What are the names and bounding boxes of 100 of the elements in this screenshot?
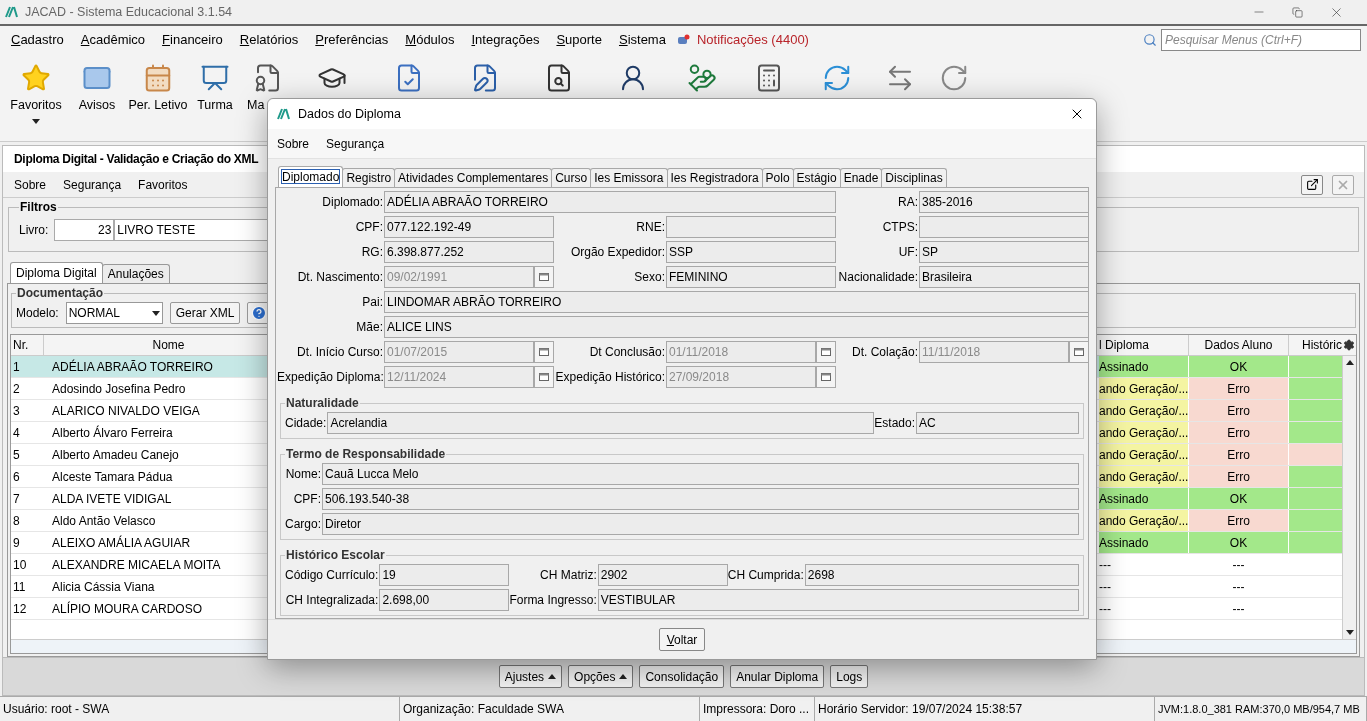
action-button[interactable]: Anular Diploma [730,665,825,688]
calendar-button[interactable] [816,366,836,388]
action-button[interactable]: Ajustes [498,665,563,688]
restore-icon[interactable] [1292,6,1303,18]
column-header[interactable]: Nr. [11,335,44,355]
column-header[interactable]: l Diploma [1099,335,1189,355]
toolbar-button[interactable]: Per. Letivo [127,63,189,115]
text-field[interactable]: Brasileira [919,266,1089,288]
calendar-button[interactable] [1069,341,1089,363]
text-field[interactable]: SP [919,241,1089,263]
tab[interactable]: Ies Registradora [666,168,763,187]
settings-icon[interactable] [1343,339,1355,351]
status-cell: OK [1189,532,1289,553]
field-label: Cargo: [285,516,323,533]
text-field[interactable]: 2902 [597,564,728,586]
text-field[interactable]: 2698 [804,564,1079,586]
action-button[interactable]: Logs [830,665,869,688]
status-cell: Erro [1189,378,1289,399]
presentation-icon [200,63,230,93]
menu-item[interactable]: Cadastro [11,30,64,50]
calendar-icon [539,373,549,381]
text-field[interactable]: Diretor [322,513,1079,535]
generate-xml-button[interactable]: Gerar XML [169,302,241,324]
calendar-button[interactable] [816,341,836,363]
text-field[interactable]: AC [916,412,1079,434]
action-button[interactable]: Consolidação [639,665,725,688]
code-field[interactable]: 23 [54,219,115,241]
tab[interactable]: Atividades Complementares [394,168,553,187]
status-cell: OK [1189,356,1289,377]
model-select[interactable]: NORMAL [65,302,163,324]
text-field[interactable]: SSP [666,241,836,263]
field-label: Expedição Diploma: [277,369,384,386]
table-cell-text: 5 [12,446,21,464]
text-field[interactable]: 506.193.540-38 [322,488,1079,510]
toolbar-button[interactable]: Turma [189,63,241,115]
text-field[interactable]: 19 [379,564,510,586]
back-button[interactable]: Voltar [658,628,706,651]
text-field[interactable]: LINDOMAR ABRÃO TORREIRO [384,291,1089,313]
tab[interactable]: Diplomado [278,166,344,187]
menu-item[interactable]: Integrações [471,30,540,50]
text-field[interactable]: 2.698,00 [379,589,510,611]
menu-item[interactable]: Sistema [618,30,666,50]
field-label: Mãe: [355,319,384,336]
menu-item[interactable]: Segurança [326,134,385,153]
table-cell-text: ALEIXO AMÁLIA AGUIAR [51,534,192,552]
menu-item[interactable]: Favoritos [138,175,188,194]
search-field[interactable]: Pesquisar Menus (Ctrl+F) [1161,29,1361,51]
text-field[interactable]: Cauã Lucca Melo [322,463,1079,485]
action-button[interactable]: Opções [568,665,634,688]
calendar-button[interactable] [534,366,554,388]
calendar-button[interactable] [534,266,554,288]
menu-item[interactable]: Sobre [277,134,310,153]
text-field[interactable] [919,216,1089,238]
table-cell-text: 1 [12,358,21,376]
menu-item[interactable]: Financeiro [162,30,223,50]
menu-item[interactable]: Relatórios [239,30,299,50]
table-cell-text: 3 [12,402,21,420]
text-field[interactable]: 077.122.192-49 [384,216,554,238]
tab[interactable]: Diploma Digital [10,262,103,283]
menu-item[interactable]: Acadêmico [80,30,146,50]
text-field[interactable] [666,216,836,238]
status-cell: OK [1189,488,1289,509]
tab[interactable]: Anulações [101,264,170,283]
menu-item[interactable]: Preferências [315,30,389,50]
popout-button[interactable] [1301,174,1323,195]
calendar-icon [539,348,549,356]
menu-item[interactable]: Sobre [14,175,47,194]
menu-item[interactable]: Segurança [63,175,122,194]
field-label: Forma Ingresso: [509,592,598,609]
tab[interactable]: Registro [342,168,396,187]
tab[interactable]: Disciplinas [881,168,947,187]
column-header[interactable]: Dados Aluno [1189,335,1289,355]
caret-icon [32,118,40,124]
status-text: Horário Servidor: 19/07/2024 15:38:57 [815,697,1155,721]
table-cell-text: ADÉLIA ABRAÃO TORREIRO [51,358,214,376]
text-field[interactable]: ALICE LINS [384,316,1089,338]
field-label: RG: [360,244,384,261]
field-label: Modelo: [16,305,59,322]
column-header[interactable]: Históric [1289,335,1342,355]
status-cell: Assinado [1099,356,1189,377]
toolbar-button[interactable]: Avisos [67,63,127,115]
text-field[interactable]: Acrelandia [327,412,875,434]
hand-coins-icon [687,63,717,93]
calendar-button[interactable] [534,341,554,363]
calendar-icon [821,348,831,356]
field-label: Diplomado: [321,194,384,211]
notifications-link[interactable]: Notificações (4400) [696,30,809,50]
text-field[interactable]: FEMININO [666,266,836,288]
toolbar-button[interactable]: Ma [241,63,295,115]
app-logo-icon [5,6,19,18]
menu-item[interactable]: Módulos [405,30,455,50]
rotate-icon [939,63,969,93]
menu-item[interactable]: Suporte [556,30,602,50]
scrollbar[interactable] [1342,356,1356,639]
text-field[interactable]: VESTIBULAR [597,589,1079,611]
text-field[interactable]: ADÉLIA ABRAÃO TORREIRO [384,191,836,213]
text-field[interactable]: 6.398.877.252 [384,241,554,263]
toolbar-button[interactable]: Favoritos [5,63,67,124]
tab[interactable]: Estágio [792,168,841,187]
text-field[interactable]: 385-2016 [919,191,1089,213]
